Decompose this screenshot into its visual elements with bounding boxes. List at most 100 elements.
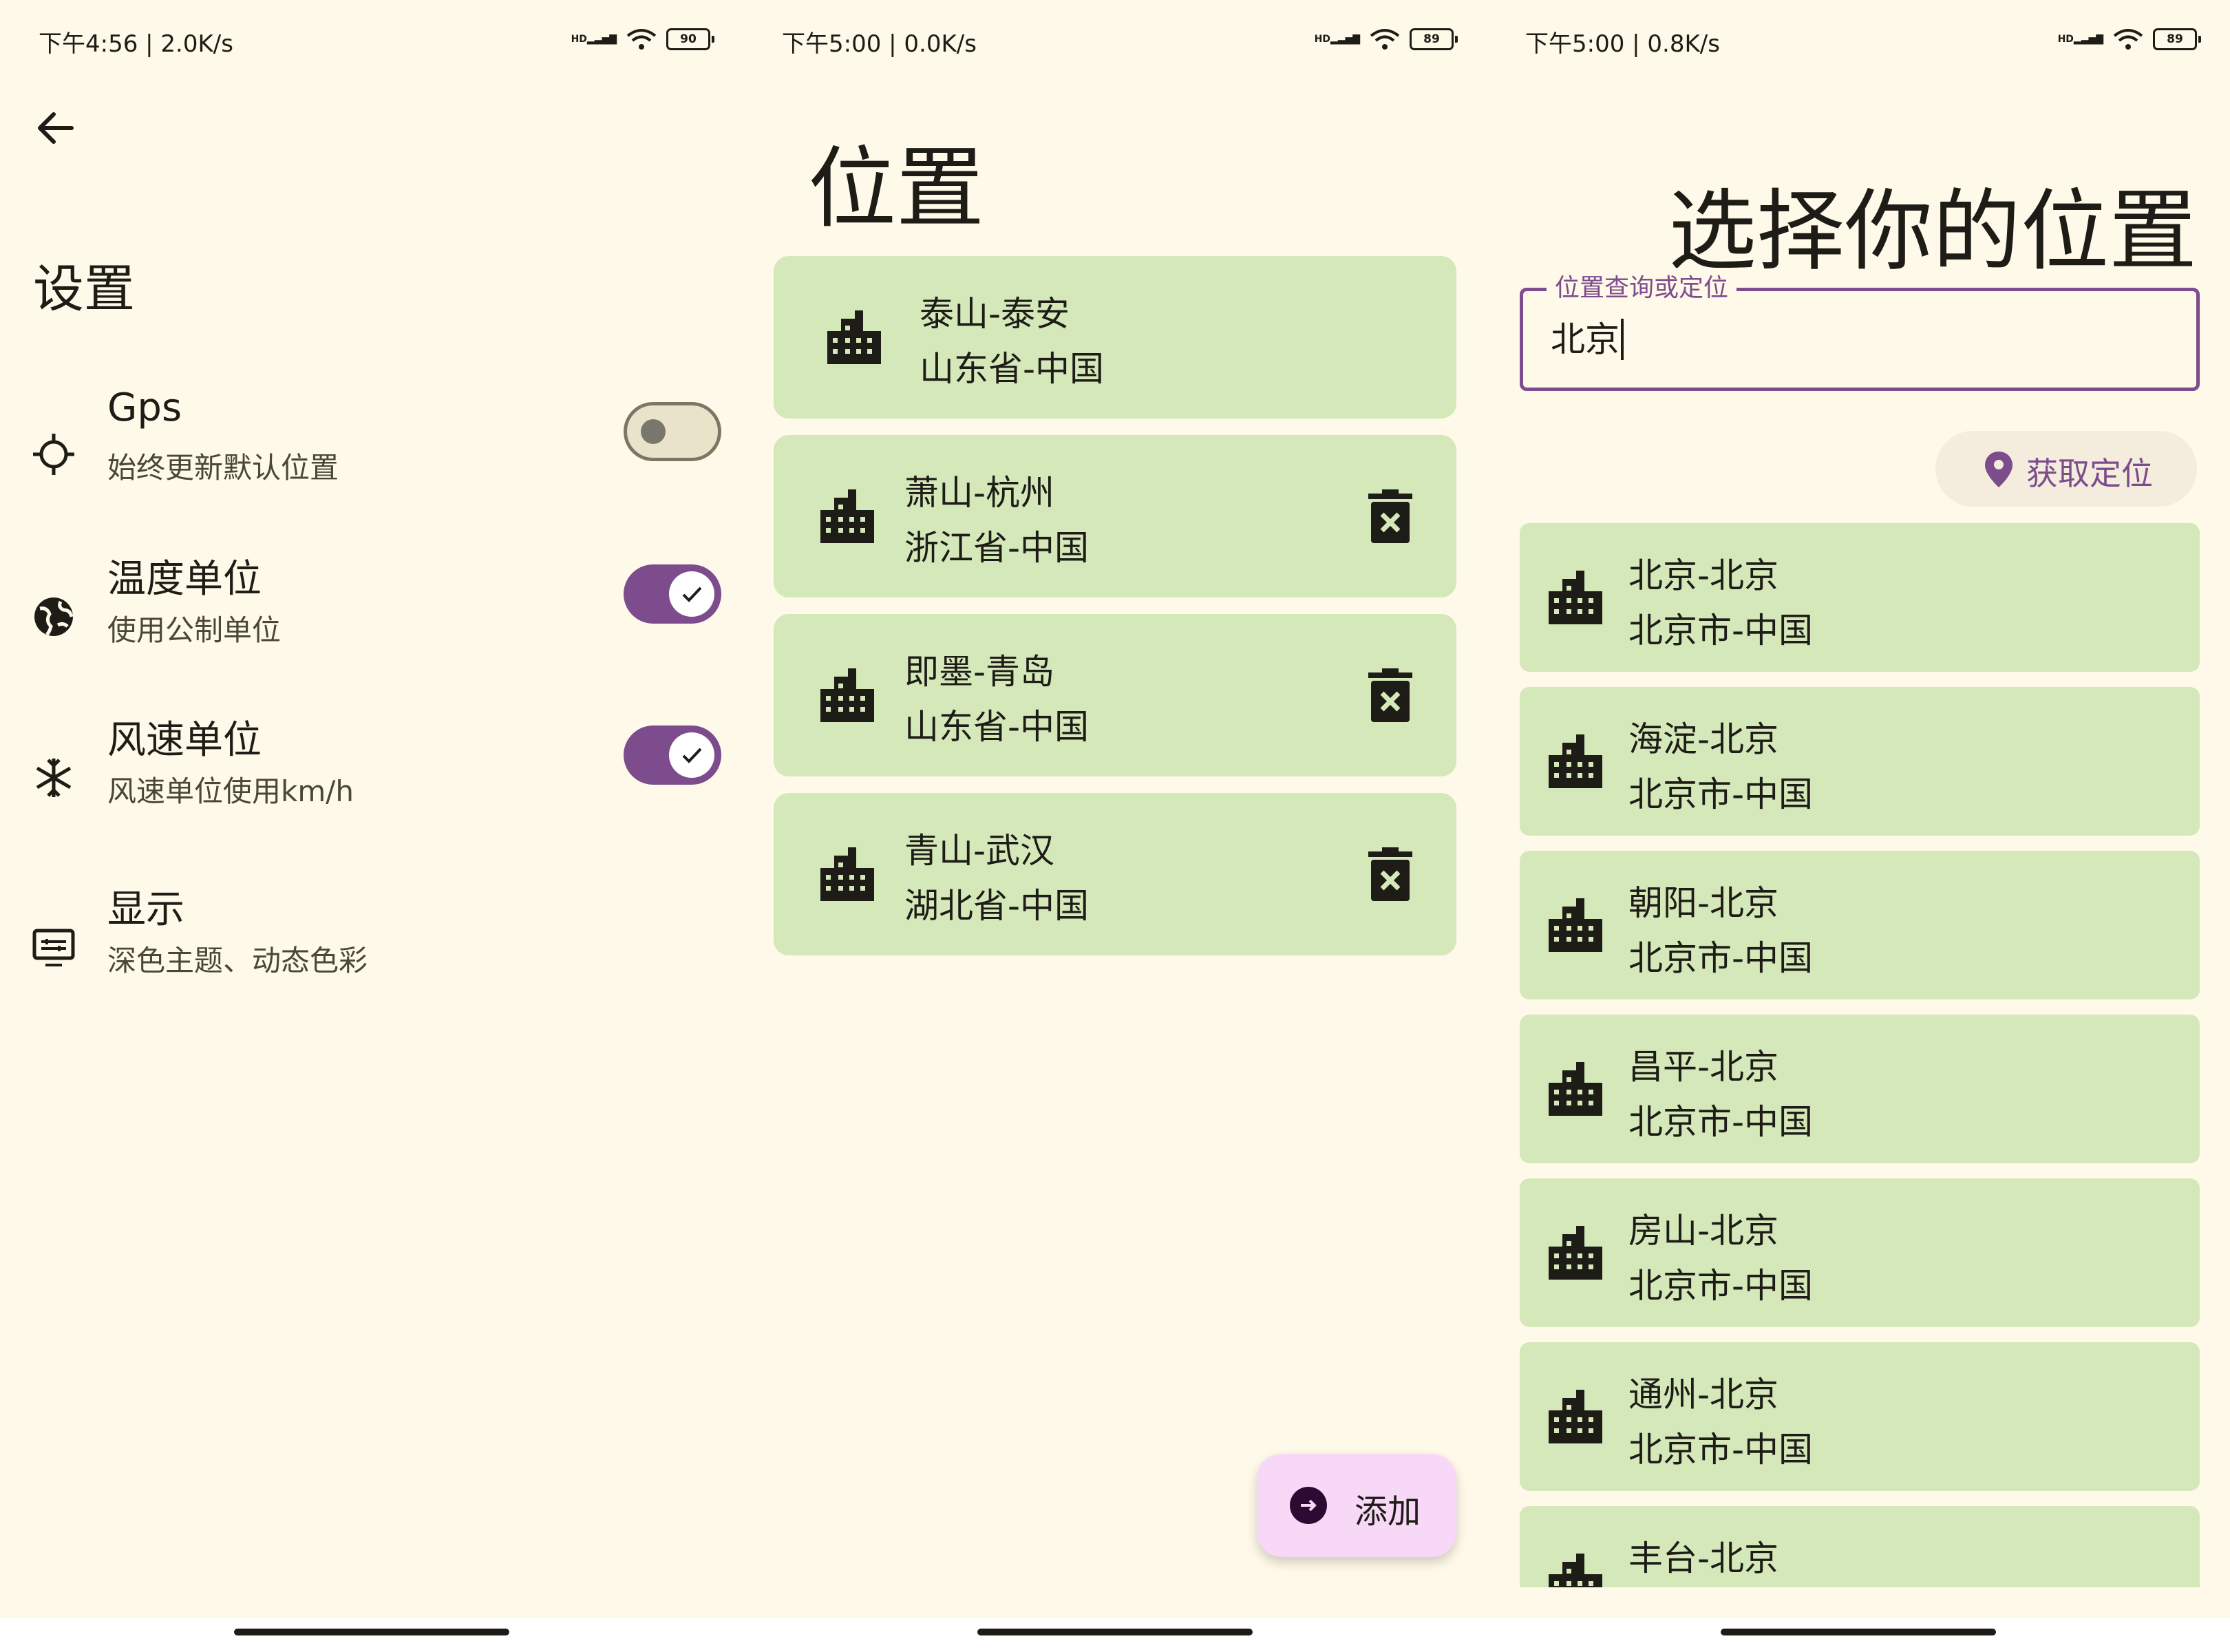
choose-location-screen: 下午5:00 | 0.8K/s HD▂▃▅▇ 89 选择你的位置 位置查询或定位… [1487,0,2230,1652]
gesture-nav-bar [1487,1618,2230,1652]
signal-icon: HD▂▃▅▇ [1314,34,1360,45]
status-time-speed: 下午5:00 | 0.0K/s [782,30,977,58]
nav-handle[interactable] [977,1629,1253,1635]
search-field-label: 位置查询或定位 [1547,268,1737,304]
location-card[interactable]: 即墨-青岛 山东省-中国 [774,614,1456,776]
city-building-icon [820,668,874,722]
setting-subtitle: 深色主题、动态色彩 [107,944,368,977]
search-input[interactable]: 北京 [1551,319,1624,360]
result-card[interactable]: 北京-北京 北京市-中国 [1520,523,2200,672]
wifi-icon [626,29,657,50]
get-location-label: 获取定位 [2026,455,2153,492]
setting-title: 风速单位 [107,718,262,763]
snowflake-icon [36,759,72,797]
city-building-icon [1549,1390,1602,1443]
delete-trash-icon[interactable] [1366,487,1415,546]
location-region: 山东省-中国 [904,707,1090,747]
back-arrow-icon[interactable] [30,103,80,153]
city-building-icon [820,847,874,901]
result-card[interactable]: 丰台-北京 [1520,1506,2200,1587]
status-right-icons: HD▂▃▅▇ 90 [571,28,714,51]
wind-unit-toggle[interactable] [624,726,721,785]
nav-handle[interactable] [234,1629,509,1635]
result-name: 朝阳-北京 [1628,883,1779,923]
location-name: 青山-武汉 [904,831,1055,871]
location-search-field[interactable]: 位置查询或定位 北京 [1520,268,2200,391]
result-region: 北京市-中国 [1628,1266,1814,1306]
signal-icon: HD▂▃▅▇ [2057,34,2103,45]
locations-screen: 下午5:00 | 0.0K/s HD▂▃▅▇ 89 位置 泰山-泰安 山东省-中… [743,0,1487,1652]
result-name: 海淀-北京 [1628,719,1779,759]
status-bar: 下午5:00 | 0.8K/s HD▂▃▅▇ 89 [1525,19,2201,67]
gesture-nav-bar [0,1618,743,1652]
gesture-nav-bar [743,1618,1487,1652]
toggle-knob [641,419,666,444]
city-building-icon [1549,1554,1602,1587]
gps-crosshair-icon [33,434,74,475]
result-name: 丰台-北京 [1628,1538,1779,1578]
signal-icon: HD▂▃▅▇ [571,34,617,45]
city-building-icon [1549,898,1602,952]
result-region: 北京市-中国 [1628,1102,1814,1142]
search-results-list[interactable]: 北京-北京 北京市-中国 海淀-北京 北京市-中国 朝阳-北京 北京市-中国 昌… [1520,523,2200,1587]
setting-subtitle: 始终更新默认位置 [107,451,339,485]
setting-title: 显示 [107,887,184,932]
add-location-fab[interactable]: 添加 [1257,1454,1456,1557]
status-bar: 下午5:00 | 0.0K/s HD▂▃▅▇ 89 [782,19,1458,67]
result-card[interactable]: 朝阳-北京 北京市-中国 [1520,851,2200,999]
result-name: 昌平-北京 [1628,1047,1779,1087]
setting-wind-unit[interactable]: 风速单位 风速单位使用km/h [0,709,743,847]
check-icon [682,586,702,602]
nav-handle[interactable] [1721,1629,1996,1635]
setting-subtitle: 风速单位使用km/h [107,774,354,808]
location-region: 山东省-中国 [920,349,1105,389]
settings-screen: 下午4:56 | 2.0K/s HD▂▃▅▇ 90 设置 Gps 始终更新默认位… [0,0,743,1652]
location-name: 萧山-杭州 [904,473,1055,513]
delete-trash-icon[interactable] [1366,845,1415,904]
setting-title: 温度单位 [107,557,262,602]
result-region: 北京市-中国 [1628,774,1814,814]
setting-display[interactable]: 显示 深色主题、动态色彩 [0,878,743,1016]
result-region: 北京市-中国 [1628,1430,1814,1470]
location-name: 即墨-青岛 [904,652,1055,692]
battery-icon: 89 [1410,28,1458,50]
fab-label: 添加 [1355,1492,1421,1531]
location-region: 湖北省-中国 [904,886,1090,926]
result-card[interactable]: 海淀-北京 北京市-中国 [1520,687,2200,836]
result-name: 北京-北京 [1628,555,1779,595]
delete-trash-icon[interactable] [1366,666,1415,725]
city-building-icon [827,310,881,364]
gps-toggle[interactable] [624,402,721,461]
status-time-speed: 下午4:56 | 2.0K/s [39,30,233,58]
result-card[interactable]: 房山-北京 北京市-中国 [1520,1178,2200,1327]
temperature-unit-toggle[interactable] [624,564,721,624]
location-region: 浙江省-中国 [904,528,1090,568]
location-card[interactable]: 萧山-杭州 浙江省-中国 [774,435,1456,597]
page-title: 选择你的位置 [1668,180,2197,283]
location-pin-icon [1985,452,2013,487]
result-name: 房山-北京 [1628,1211,1779,1251]
result-region: 北京市-中国 [1628,611,1814,650]
result-card[interactable]: 昌平-北京 北京市-中国 [1520,1015,2200,1163]
result-card[interactable]: 通州-北京 北京市-中国 [1520,1342,2200,1491]
check-icon [682,748,702,763]
result-region: 北京市-中国 [1628,938,1814,978]
get-location-button[interactable]: 获取定位 [1935,431,2197,507]
status-bar: 下午4:56 | 2.0K/s HD▂▃▅▇ 90 [39,19,714,67]
setting-title: Gps [107,385,182,430]
setting-gps[interactable]: Gps 始终更新默认位置 [0,385,743,523]
location-card[interactable]: 青山-武汉 湖北省-中国 [774,793,1456,955]
result-name: 通州-北京 [1628,1375,1779,1415]
setting-subtitle: 使用公制单位 [107,613,282,647]
wifi-icon [1370,29,1400,50]
battery-icon: 89 [2153,28,2201,50]
wifi-icon [2113,29,2143,50]
city-building-icon [1549,1226,1602,1280]
setting-temperature-unit[interactable]: 温度单位 使用公制单位 [0,548,743,686]
status-time-speed: 下午5:00 | 0.8K/s [1525,30,1720,58]
toggle-knob [669,732,714,778]
globe-icon [34,597,74,636]
location-card[interactable]: 泰山-泰安 山东省-中国 [774,256,1456,419]
location-name: 泰山-泰安 [920,294,1070,334]
city-building-icon [1549,1062,1602,1116]
